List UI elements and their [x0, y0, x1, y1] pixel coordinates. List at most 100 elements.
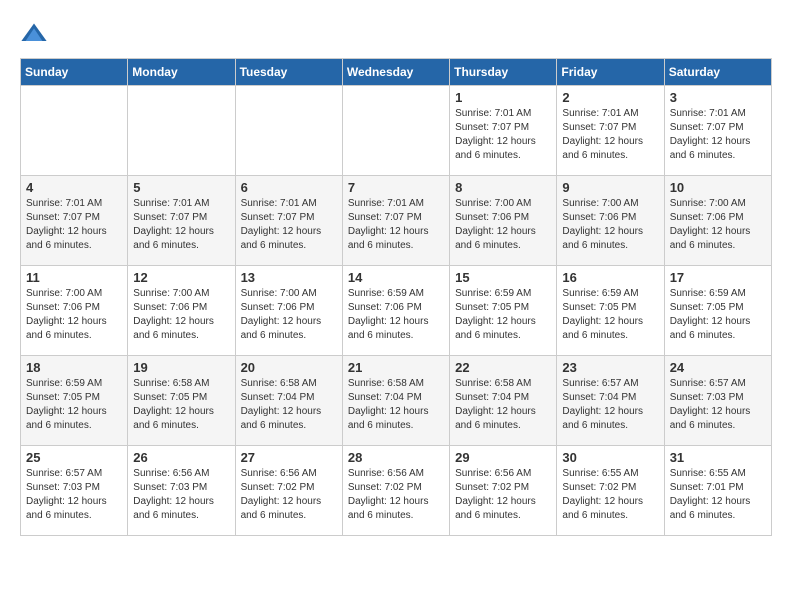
- day-info: Sunrise: 6:56 AM Sunset: 7:02 PM Dayligh…: [241, 467, 337, 523]
- logo-icon: [20, 20, 48, 48]
- day-number: 2: [562, 90, 658, 105]
- weekday-header: Monday: [128, 59, 235, 86]
- day-info: Sunrise: 6:57 AM Sunset: 7:03 PM Dayligh…: [26, 467, 122, 523]
- calendar-week-row: 18 Sunrise: 6:59 AM Sunset: 7:05 PM Dayli…: [21, 356, 772, 446]
- logo: [20, 20, 52, 48]
- calendar-cell: [342, 86, 449, 176]
- day-info: Sunrise: 7:00 AM Sunset: 7:06 PM Dayligh…: [562, 197, 658, 253]
- calendar-cell: [21, 86, 128, 176]
- day-info: Sunrise: 7:00 AM Sunset: 7:06 PM Dayligh…: [241, 287, 337, 343]
- day-number: 8: [455, 180, 551, 195]
- day-info: Sunrise: 7:01 AM Sunset: 7:07 PM Dayligh…: [133, 197, 229, 253]
- weekday-header: Tuesday: [235, 59, 342, 86]
- day-number: 4: [26, 180, 122, 195]
- day-number: 22: [455, 360, 551, 375]
- calendar-cell: 15 Sunrise: 6:59 AM Sunset: 7:05 PM Dayli…: [450, 266, 557, 356]
- page-header: [20, 20, 772, 48]
- day-info: Sunrise: 7:00 AM Sunset: 7:06 PM Dayligh…: [455, 197, 551, 253]
- day-number: 26: [133, 450, 229, 465]
- calendar-cell: 23 Sunrise: 6:57 AM Sunset: 7:04 PM Dayli…: [557, 356, 664, 446]
- calendar-cell: 25 Sunrise: 6:57 AM Sunset: 7:03 PM Dayli…: [21, 446, 128, 536]
- day-number: 9: [562, 180, 658, 195]
- calendar-cell: 7 Sunrise: 7:01 AM Sunset: 7:07 PM Daylig…: [342, 176, 449, 266]
- calendar-cell: 19Sunrise: 6:58 AM Sunset: 7:05 PM Dayli…: [128, 356, 235, 446]
- day-number: 28: [348, 450, 444, 465]
- day-number: 25: [26, 450, 122, 465]
- day-info: Sunrise: 6:59 AM Sunset: 7:05 PM Dayligh…: [562, 287, 658, 343]
- calendar-cell: 2 Sunrise: 7:01 AM Sunset: 7:07 PM Daylig…: [557, 86, 664, 176]
- day-info: Sunrise: 7:00 AM Sunset: 7:06 PM Dayligh…: [26, 287, 122, 343]
- calendar-cell: 29 Sunrise: 6:56 AM Sunset: 7:02 PM Dayli…: [450, 446, 557, 536]
- day-info: Sunrise: 6:55 AM Sunset: 7:02 PM Dayligh…: [562, 467, 658, 523]
- day-info: Sunrise: 6:59 AM Sunset: 7:05 PM Dayligh…: [26, 377, 122, 433]
- day-number: 12: [133, 270, 229, 285]
- day-info: Sunrise: 6:59 AM Sunset: 7:05 PM Dayligh…: [455, 287, 551, 343]
- calendar-cell: [128, 86, 235, 176]
- calendar-cell: 17 Sunrise: 6:59 AM Sunset: 7:05 PM Dayli…: [664, 266, 771, 356]
- day-info: Sunrise: 6:58 AM Sunset: 7:04 PM Dayligh…: [455, 377, 551, 433]
- day-info: Sunrise: 7:01 AM Sunset: 7:07 PM Dayligh…: [26, 197, 122, 253]
- day-number: 29: [455, 450, 551, 465]
- day-info: Sunrise: 7:01 AM Sunset: 7:07 PM Dayligh…: [348, 197, 444, 253]
- calendar-cell: 14Sunrise: 6:59 AM Sunset: 7:06 PM Dayli…: [342, 266, 449, 356]
- day-number: 24: [670, 360, 766, 375]
- calendar-week-row: 11Sunrise: 7:00 AM Sunset: 7:06 PM Dayli…: [21, 266, 772, 356]
- calendar-cell: 8 Sunrise: 7:00 AM Sunset: 7:06 PM Daylig…: [450, 176, 557, 266]
- day-number: 7: [348, 180, 444, 195]
- day-number: 6: [241, 180, 337, 195]
- day-info: Sunrise: 7:01 AM Sunset: 7:07 PM Dayligh…: [670, 107, 766, 163]
- calendar-cell: [235, 86, 342, 176]
- day-info: Sunrise: 6:57 AM Sunset: 7:04 PM Dayligh…: [562, 377, 658, 433]
- day-number: 23: [562, 360, 658, 375]
- calendar-cell: 26 Sunrise: 6:56 AM Sunset: 7:03 PM Dayli…: [128, 446, 235, 536]
- day-number: 5: [133, 180, 229, 195]
- day-info: Sunrise: 6:56 AM Sunset: 7:03 PM Dayligh…: [133, 467, 229, 523]
- day-info: Sunrise: 7:01 AM Sunset: 7:07 PM Dayligh…: [241, 197, 337, 253]
- calendar-table: SundayMondayTuesdayWednesdayThursdayFrid…: [20, 58, 772, 536]
- day-number: 21: [348, 360, 444, 375]
- day-number: 17: [670, 270, 766, 285]
- weekday-header: Wednesday: [342, 59, 449, 86]
- day-info: Sunrise: 7:00 AM Sunset: 7:06 PM Dayligh…: [670, 197, 766, 253]
- day-number: 15: [455, 270, 551, 285]
- day-number: 30: [562, 450, 658, 465]
- day-info: Sunrise: 7:01 AM Sunset: 7:07 PM Dayligh…: [562, 107, 658, 163]
- day-number: 19: [133, 360, 229, 375]
- calendar-week-row: 1 Sunrise: 7:01 AM Sunset: 7:07 PM Daylig…: [21, 86, 772, 176]
- weekday-header: Thursday: [450, 59, 557, 86]
- calendar-body: 1 Sunrise: 7:01 AM Sunset: 7:07 PM Daylig…: [21, 86, 772, 536]
- day-number: 1: [455, 90, 551, 105]
- day-info: Sunrise: 6:56 AM Sunset: 7:02 PM Dayligh…: [455, 467, 551, 523]
- calendar-cell: 27 Sunrise: 6:56 AM Sunset: 7:02 PM Dayli…: [235, 446, 342, 536]
- day-info: Sunrise: 7:00 AM Sunset: 7:06 PM Dayligh…: [133, 287, 229, 343]
- calendar-cell: 24 Sunrise: 6:57 AM Sunset: 7:03 PM Dayli…: [664, 356, 771, 446]
- day-info: Sunrise: 6:59 AM Sunset: 7:06 PM Dayligh…: [348, 287, 444, 343]
- calendar-cell: 6 Sunrise: 7:01 AM Sunset: 7:07 PM Daylig…: [235, 176, 342, 266]
- calendar-week-row: 25 Sunrise: 6:57 AM Sunset: 7:03 PM Dayli…: [21, 446, 772, 536]
- calendar-cell: 22 Sunrise: 6:58 AM Sunset: 7:04 PM Dayli…: [450, 356, 557, 446]
- day-number: 16: [562, 270, 658, 285]
- day-info: Sunrise: 6:58 AM Sunset: 7:04 PM Dayligh…: [241, 377, 337, 433]
- calendar-cell: 18 Sunrise: 6:59 AM Sunset: 7:05 PM Dayli…: [21, 356, 128, 446]
- day-info: Sunrise: 6:58 AM Sunset: 7:04 PM Dayligh…: [348, 377, 444, 433]
- weekday-header: Sunday: [21, 59, 128, 86]
- calendar-cell: 10Sunrise: 7:00 AM Sunset: 7:06 PM Dayli…: [664, 176, 771, 266]
- day-info: Sunrise: 6:56 AM Sunset: 7:02 PM Dayligh…: [348, 467, 444, 523]
- day-info: Sunrise: 6:57 AM Sunset: 7:03 PM Dayligh…: [670, 377, 766, 433]
- calendar-cell: 9 Sunrise: 7:00 AM Sunset: 7:06 PM Daylig…: [557, 176, 664, 266]
- day-number: 27: [241, 450, 337, 465]
- calendar-header: SundayMondayTuesdayWednesdayThursdayFrid…: [21, 59, 772, 86]
- calendar-cell: 12 Sunrise: 7:00 AM Sunset: 7:06 PM Dayli…: [128, 266, 235, 356]
- day-number: 18: [26, 360, 122, 375]
- calendar-cell: 1Sunrise: 7:01 AM Sunset: 7:07 PM Daylig…: [450, 86, 557, 176]
- day-number: 3: [670, 90, 766, 105]
- weekday-header-row: SundayMondayTuesdayWednesdayThursdayFrid…: [21, 59, 772, 86]
- weekday-header: Friday: [557, 59, 664, 86]
- calendar-cell: 30 Sunrise: 6:55 AM Sunset: 7:02 PM Dayli…: [557, 446, 664, 536]
- calendar-cell: 21 Sunrise: 6:58 AM Sunset: 7:04 PM Dayli…: [342, 356, 449, 446]
- day-info: Sunrise: 6:55 AM Sunset: 7:01 PM Dayligh…: [670, 467, 766, 523]
- day-number: 31: [670, 450, 766, 465]
- day-info: Sunrise: 6:59 AM Sunset: 7:05 PM Dayligh…: [670, 287, 766, 343]
- calendar-cell: 28 Sunrise: 6:56 AM Sunset: 7:02 PM Dayli…: [342, 446, 449, 536]
- calendar-cell: 5 Sunrise: 7:01 AM Sunset: 7:07 PM Daylig…: [128, 176, 235, 266]
